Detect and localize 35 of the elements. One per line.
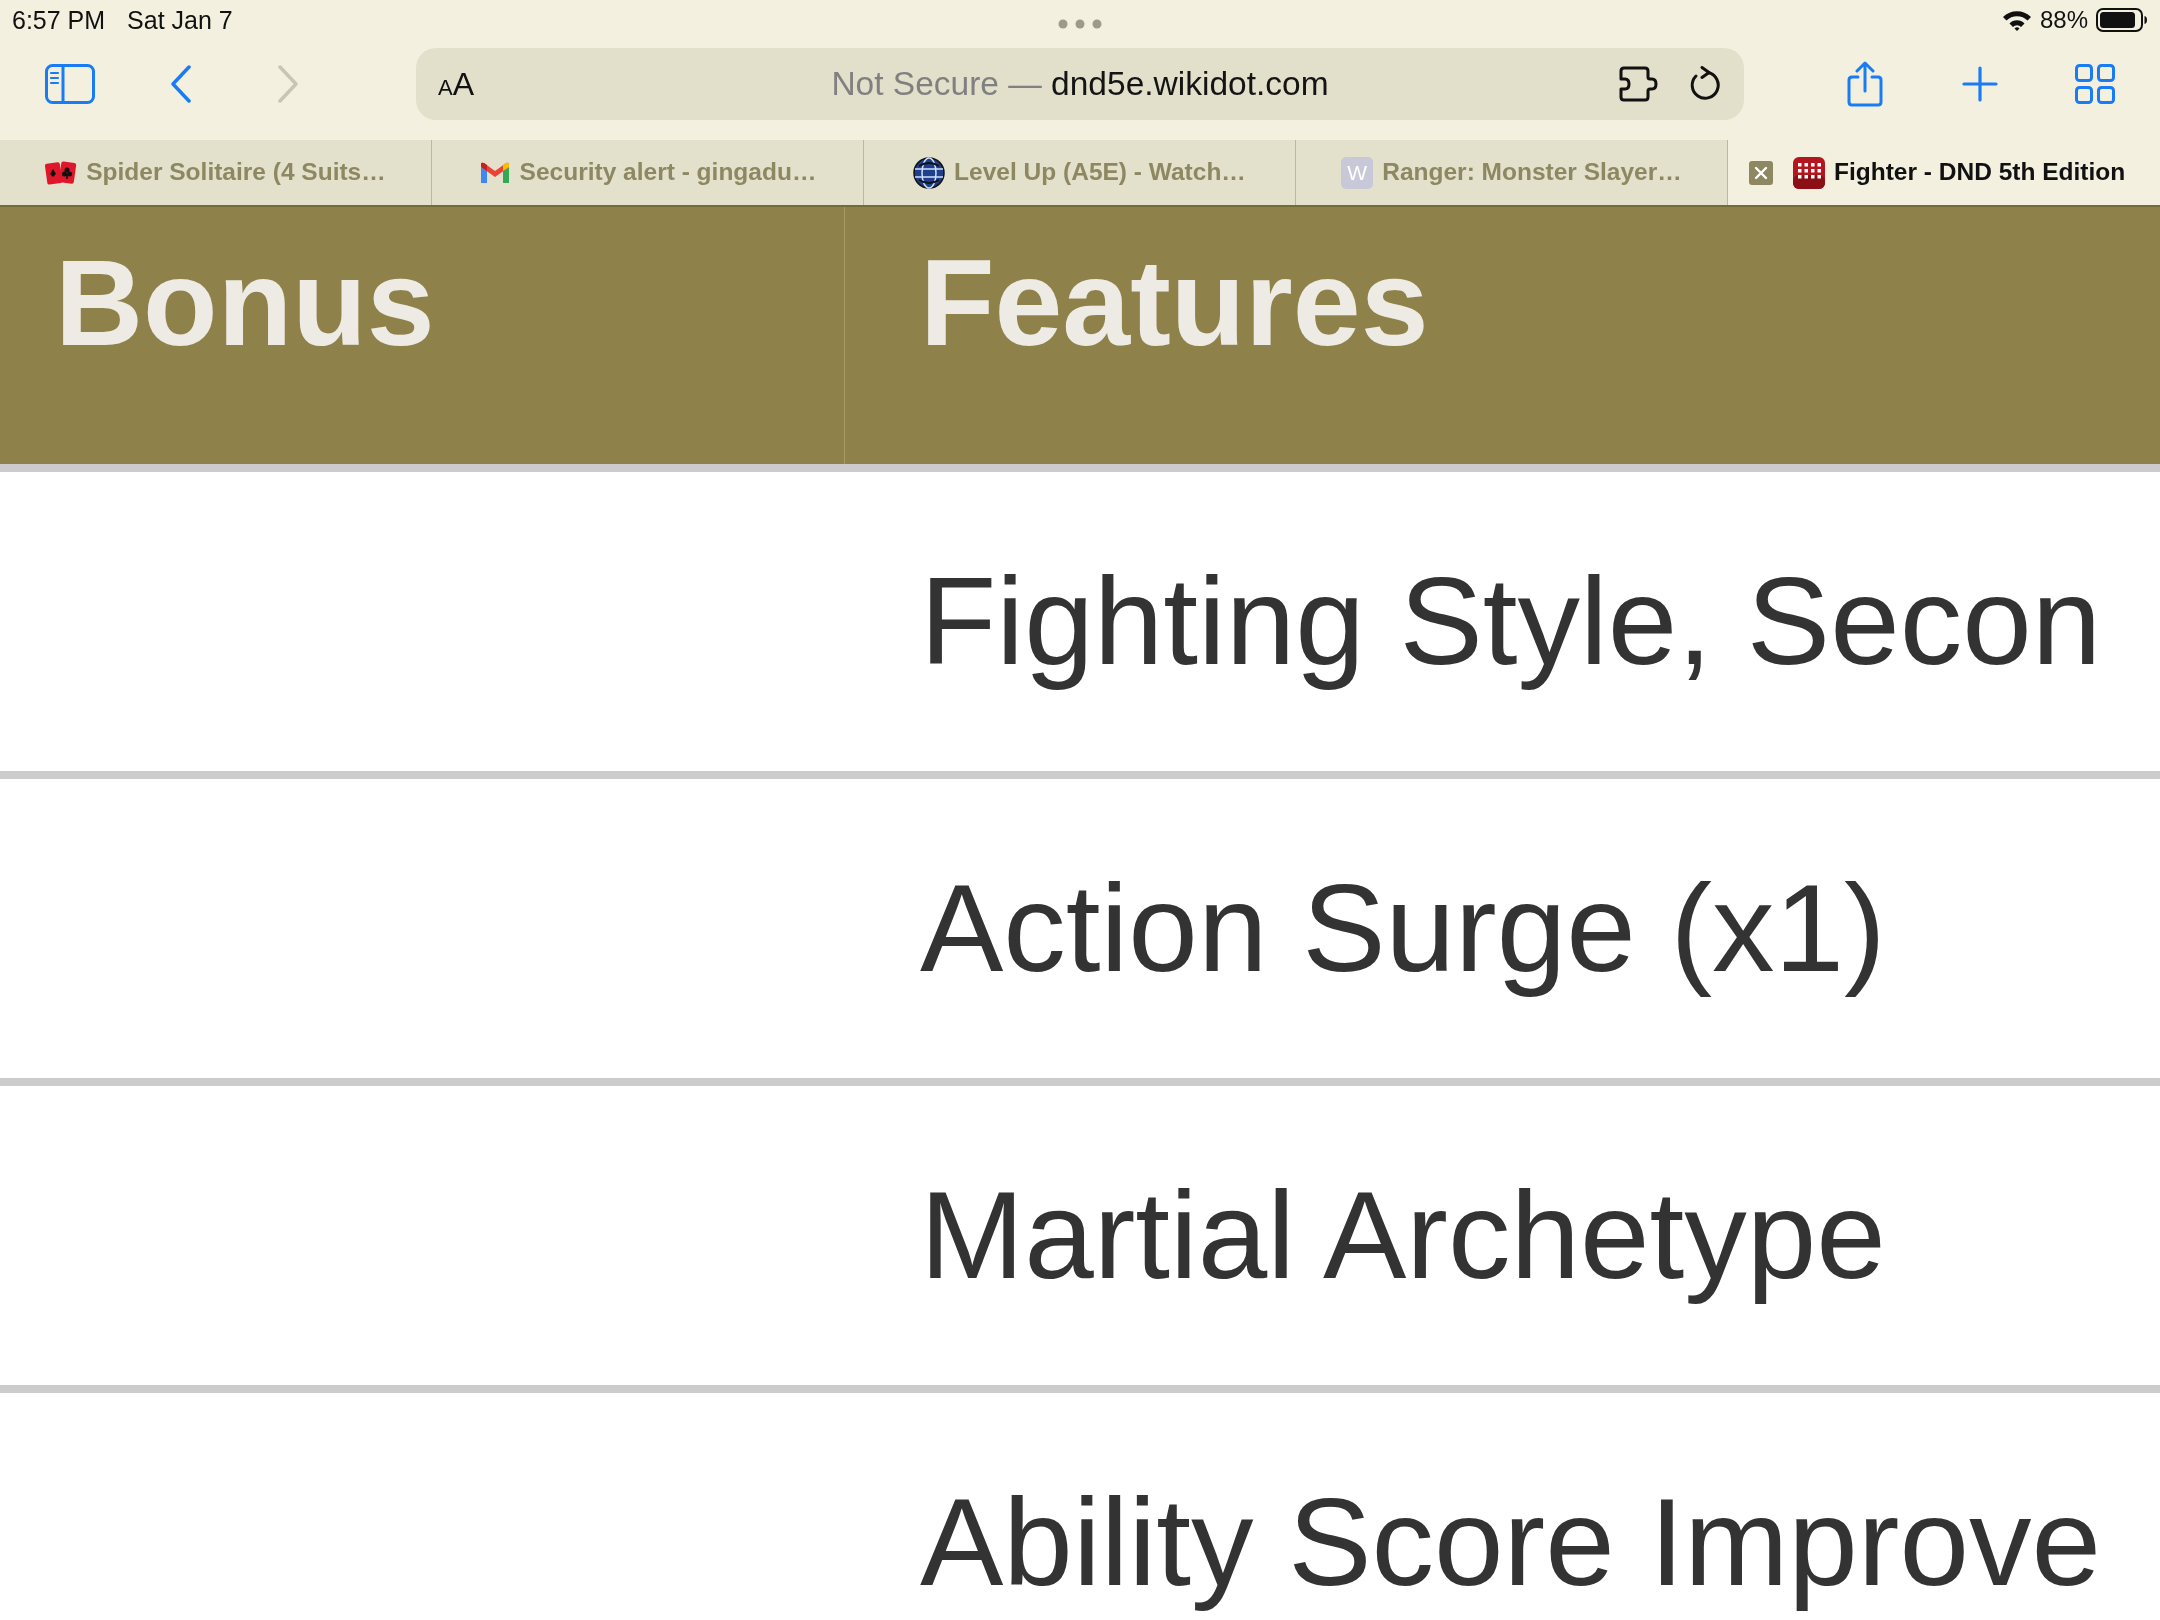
mail-icon	[478, 160, 511, 185]
table-cell: Ability Score Improve	[920, 1472, 2101, 1611]
sidebar-button[interactable]	[45, 64, 95, 104]
table-cell: Martial Archetype	[920, 1165, 1886, 1304]
battery-percent: 88%	[2039, 8, 2088, 32]
close-icon	[1749, 160, 1773, 185]
status-date: Sat Jan 7	[127, 7, 233, 33]
wifi-icon	[2001, 9, 2032, 31]
table-cell: Fighting Style, Secon	[920, 551, 2102, 690]
reload-button[interactable]	[1688, 66, 1722, 102]
dice-icon	[1793, 156, 1825, 189]
new-tab-button[interactable]	[1962, 66, 1998, 102]
share-button[interactable]	[1846, 61, 1884, 107]
share-icon	[1846, 61, 1884, 107]
column-header: Features	[920, 235, 1429, 371]
status-time: 6:57 PM	[12, 7, 106, 33]
browser-tab[interactable]: Fighter - DND 5th Edition	[1728, 140, 2160, 205]
close-tab-button[interactable]	[1749, 160, 1773, 185]
three-dots-icon[interactable]	[1058, 19, 1102, 29]
globe-icon	[913, 156, 946, 189]
back-button[interactable]	[170, 65, 192, 103]
page-format-button[interactable]: AA	[438, 68, 475, 100]
tab-overview-button[interactable]	[2075, 64, 2115, 104]
sidebar-icon	[45, 64, 95, 104]
battery-icon	[2096, 8, 2148, 32]
back-chevron-icon	[170, 65, 192, 103]
reload-icon	[1688, 66, 1722, 102]
playing-cards-icon	[45, 159, 78, 186]
address-field[interactable]: AA Not Secure — dnd5e.wikidot.com	[416, 48, 1744, 120]
plus-icon	[1962, 66, 1998, 102]
address-text[interactable]: Not Secure — dnd5e.wikidot.com	[831, 67, 1329, 101]
table-cell: Action Surge (x1)	[920, 858, 1886, 997]
grid-icon	[2075, 64, 2115, 104]
forward-chevron-icon	[277, 65, 299, 103]
column-header: Bonus	[55, 235, 435, 371]
